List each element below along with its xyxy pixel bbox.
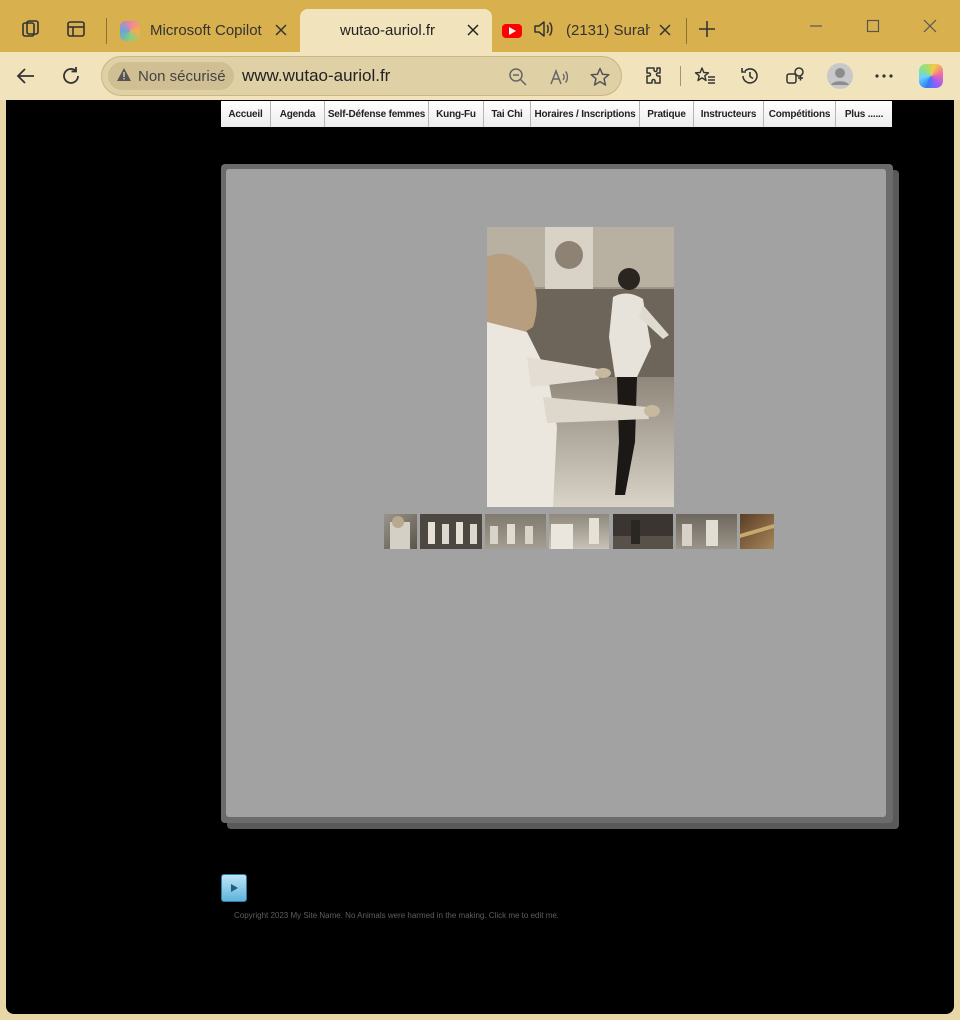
copilot-icon (120, 20, 140, 41)
url-text[interactable]: www.wutao-auriol.fr (242, 66, 390, 86)
tab-wutao[interactable]: wutao-auriol.fr (300, 9, 492, 52)
tab-copilot[interactable]: Microsoft Copilot (110, 9, 300, 52)
close-tab-icon[interactable] (272, 21, 290, 39)
menu-item-competitions[interactable]: Compétitions (764, 101, 836, 127)
history-icon[interactable] (733, 60, 767, 92)
close-tab-icon[interactable] (656, 21, 674, 39)
extensions-icon[interactable] (637, 60, 671, 92)
warning-icon (116, 67, 132, 86)
maximize-icon[interactable] (850, 10, 896, 42)
gallery-thumbnail[interactable] (549, 514, 609, 549)
slideshow-play-button[interactable] (221, 874, 247, 902)
gallery-panel (221, 164, 893, 823)
security-label: Non sécurisé (138, 67, 226, 85)
menu-item-kung-fu[interactable]: Kung-Fu (429, 101, 484, 127)
more-menu-icon[interactable] (867, 60, 901, 92)
tab-title: Microsoft Copilot (150, 22, 262, 39)
footer-copyright[interactable]: Copyright 2023 My Site Name. No Animals … (234, 911, 559, 920)
gallery-thumbnail[interactable] (676, 514, 737, 549)
vertical-tabs-icon[interactable] (59, 12, 93, 46)
menu-item-pratique[interactable]: Pratique (640, 101, 694, 127)
refresh-icon[interactable] (54, 60, 88, 92)
profile-avatar[interactable] (823, 60, 857, 92)
tab-youtube[interactable]: (2131) Surah (492, 9, 684, 52)
menu-item-accueil[interactable]: Accueil (221, 101, 271, 127)
speaker-icon[interactable] (532, 19, 554, 43)
address-bar[interactable]: Non sécurisé www.wutao-auriol.fr (101, 56, 622, 96)
zoom-icon[interactable] (504, 63, 532, 91)
collections-icon[interactable] (778, 60, 812, 92)
read-aloud-icon[interactable] (546, 63, 574, 91)
security-indicator[interactable]: Non sécurisé (108, 62, 234, 90)
menu-item-instructeurs[interactable]: Instructeurs (694, 101, 764, 127)
tab-title: (2131) Surah (566, 22, 650, 39)
close-tab-icon[interactable] (464, 21, 482, 39)
new-tab-icon[interactable] (690, 12, 724, 46)
gallery-thumbnail[interactable] (384, 514, 417, 549)
favorites-icon[interactable] (688, 60, 722, 92)
play-icon (231, 884, 238, 892)
menu-item-tai-chi[interactable]: Tai Chi (484, 101, 531, 127)
tab-strip: Microsoft Copilot wutao-auriol.fr (2131)… (0, 0, 960, 52)
gallery-thumbnail[interactable] (485, 514, 546, 549)
site-menu: Accueil Agenda Self-Défense femmes Kung-… (221, 101, 892, 127)
tab-separator (686, 18, 687, 44)
tab-title: wutao-auriol.fr (340, 22, 436, 39)
menu-item-plus[interactable]: Plus ...... (836, 101, 892, 127)
minimize-icon[interactable] (793, 10, 839, 42)
workspaces-icon[interactable] (14, 12, 48, 46)
gallery-thumbnail[interactable] (740, 514, 774, 549)
menu-item-self-defense[interactable]: Self-Défense femmes (325, 101, 429, 127)
copilot-sidebar-icon[interactable] (914, 60, 948, 92)
youtube-icon (502, 23, 522, 38)
back-icon[interactable] (9, 60, 43, 92)
menu-item-agenda[interactable]: Agenda (271, 101, 325, 127)
tab-separator (106, 18, 107, 44)
gallery-area (226, 169, 886, 817)
close-window-icon[interactable] (907, 10, 953, 42)
menu-item-horaires[interactable]: Horaires / Inscriptions (531, 101, 640, 127)
favorite-star-icon[interactable] (586, 63, 614, 91)
gallery-thumbnail[interactable] (613, 514, 673, 549)
gallery-main-photo[interactable] (487, 227, 674, 507)
toolbar-separator (680, 66, 681, 86)
gallery-thumbnail[interactable] (420, 514, 482, 549)
